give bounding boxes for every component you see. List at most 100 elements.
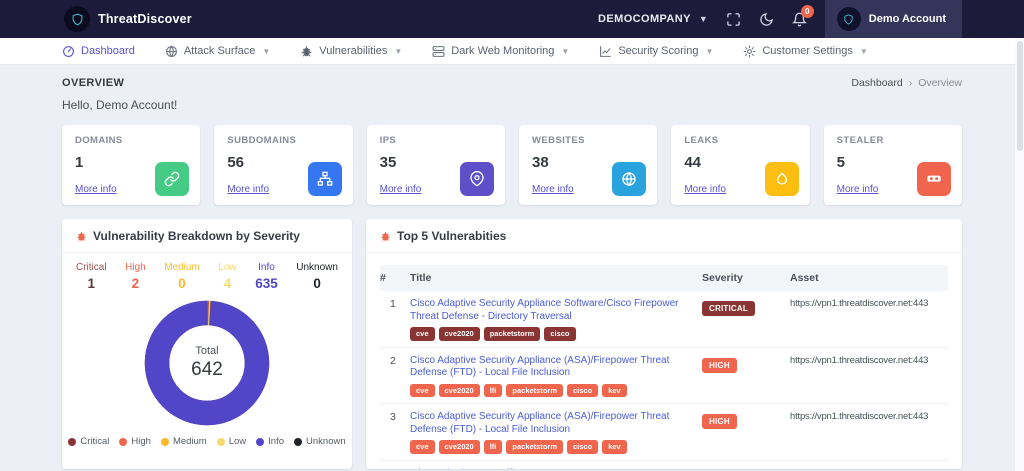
- gauge-icon: [62, 45, 75, 58]
- bug-icon: [380, 231, 391, 242]
- tag-badge: lfi: [484, 384, 503, 398]
- tag-badge: lfi: [484, 440, 503, 454]
- breadcrumb-dashboard[interactable]: Dashboard: [851, 77, 902, 89]
- menu-item-vulnerabilities[interactable]: Vulnerabilities▼: [300, 45, 402, 58]
- tag-badge: kev: [602, 440, 627, 454]
- severity-stat-high: High2: [125, 262, 146, 291]
- donut-total-value: 642: [191, 359, 223, 381]
- severity-breakdown-panel: Vulnerability Breakdown by Severity Crit…: [62, 219, 352, 469]
- asset-text: https://vpn1.threatdiscover.net:443: [790, 411, 948, 422]
- severity-badge: CRITICAL: [702, 301, 755, 316]
- brand-logo-icon: [64, 6, 90, 32]
- scrollbar[interactable]: [1015, 38, 1024, 471]
- top-vulnerabilities-panel: Top 5 Vulnerabities # Title Severity Ass…: [366, 219, 962, 469]
- breadcrumb: Dashboard › Overview: [851, 77, 962, 89]
- stat-card-leaks: LEAKS 44 More info: [671, 125, 809, 205]
- vuln-panel-title: Top 5 Vulnerabities: [397, 229, 506, 243]
- mask-icon[interactable]: [917, 162, 951, 196]
- severity-stats: Critical1 High2 Medium0 Low4 Info635 Unk…: [62, 253, 352, 295]
- globe-icon[interactable]: [612, 162, 646, 196]
- chevron-down-icon: ▼: [860, 47, 868, 56]
- tag-badge: kev: [602, 384, 627, 398]
- table-row: 4 Mismatched SSL Certificate ssl LOW onl…: [380, 461, 948, 470]
- scrollbar-thumb[interactable]: [1017, 41, 1023, 151]
- stat-card-subdomains: SUBDOMAINS 56 More info: [214, 125, 352, 205]
- main-menu: Dashboard Attack Surface▼ Vulnerabilitie…: [0, 38, 1024, 65]
- severity-badge: HIGH: [702, 414, 737, 429]
- more-info-link[interactable]: More info: [684, 184, 726, 195]
- tag-badge: cve2020: [439, 384, 480, 398]
- menu-item-dashboard[interactable]: Dashboard: [62, 45, 135, 58]
- severity-stat-low: Low4: [218, 262, 236, 291]
- droplet-icon[interactable]: [765, 162, 799, 196]
- tag-badge: cisco: [567, 440, 598, 454]
- menu-item-customer-settings[interactable]: Customer Settings▼: [743, 45, 867, 58]
- tag-badge: packetstorm: [484, 327, 541, 341]
- legend-dot-low: [217, 438, 225, 446]
- tag-badge: cve: [410, 327, 435, 341]
- table-row: 2 Cisco Adaptive Security Appliance (ASA…: [380, 348, 948, 405]
- severity-stat-info: Info635: [255, 262, 278, 291]
- legend-dot-unknown: [294, 438, 302, 446]
- globe-icon: [165, 45, 178, 58]
- chart-icon: [599, 45, 612, 58]
- vulnerabilities-table: # Title Severity Asset 1 Cisco Adaptive …: [380, 265, 948, 469]
- asset-text: https://vpn1.threatdiscover.net:443: [790, 355, 948, 366]
- tag-badge: cve2020: [439, 440, 480, 454]
- account-name: Demo Account: [869, 13, 946, 25]
- greeting-text: Hello, Demo Account!: [62, 98, 962, 112]
- severity-badge: HIGH: [702, 358, 737, 373]
- notifications-bell-icon[interactable]: 0: [792, 12, 807, 27]
- brand[interactable]: ThreatDiscover: [64, 6, 192, 32]
- menu-item-dark-web-monitoring[interactable]: Dark Web Monitoring▼: [432, 45, 569, 58]
- tag-badge: packetstorm: [506, 440, 563, 454]
- chevron-down-icon: ▼: [394, 47, 402, 56]
- tag-badge: cve: [410, 440, 435, 454]
- vulnerability-link[interactable]: Cisco Adaptive Security Appliance (ASA)/…: [410, 411, 692, 436]
- more-info-link[interactable]: More info: [532, 184, 574, 195]
- vulnerability-link[interactable]: Cisco Adaptive Security Appliance Softwa…: [410, 298, 692, 323]
- avatar: [837, 7, 861, 31]
- vulnerability-link[interactable]: Cisco Adaptive Security Appliance (ASA)/…: [410, 355, 692, 380]
- asset-text: onlinetreffpunkt.threatdiscover.net: [790, 468, 948, 470]
- tag-badge: cisco: [567, 384, 598, 398]
- severity-stat-unknown: Unknown0: [296, 262, 338, 291]
- table-header-row: # Title Severity Asset: [380, 265, 948, 291]
- company-selector[interactable]: DEMOCOMPANY: [598, 13, 691, 25]
- brand-name: ThreatDiscover: [98, 12, 192, 26]
- more-info-link[interactable]: More info: [837, 184, 879, 195]
- sitemap-icon[interactable]: [308, 162, 342, 196]
- top-navbar: ThreatDiscover DEMOCOMPANY ▼ 0 Demo Acco…: [0, 0, 1024, 38]
- breadcrumb-separator: ›: [909, 77, 913, 89]
- tag-badge: cisco: [544, 327, 575, 341]
- vulnerability-link[interactable]: Mismatched SSL Certificate: [410, 468, 692, 470]
- dark-mode-moon-icon[interactable]: [759, 12, 774, 27]
- legend-dot-medium: [161, 438, 169, 446]
- chart-legend: Critical High Medium Low Info Unknown: [62, 436, 352, 447]
- page-title: OVERVIEW: [62, 77, 124, 89]
- severity-stat-medium: Medium0: [164, 262, 200, 291]
- table-row: 1 Cisco Adaptive Security Appliance Soft…: [380, 291, 948, 348]
- more-info-link[interactable]: More info: [227, 184, 269, 195]
- menu-item-security-scoring[interactable]: Security Scoring▼: [599, 45, 713, 58]
- map-pin-icon[interactable]: [460, 162, 494, 196]
- tag-badge: packetstorm: [506, 384, 563, 398]
- caret-down-icon[interactable]: ▼: [699, 14, 708, 24]
- notification-badge: 0: [801, 5, 814, 18]
- legend-dot-critical: [68, 438, 76, 446]
- chevron-down-icon: ▼: [262, 47, 270, 56]
- menu-item-attack-surface[interactable]: Attack Surface▼: [165, 45, 270, 58]
- more-info-link[interactable]: More info: [380, 184, 422, 195]
- stat-card-ips: IPS 35 More info: [367, 125, 505, 205]
- tag-badge: cve: [410, 384, 435, 398]
- more-info-link[interactable]: More info: [75, 184, 117, 195]
- account-menu[interactable]: Demo Account: [825, 0, 962, 38]
- severity-donut-chart: Total 642: [141, 297, 273, 429]
- link-icon[interactable]: [155, 162, 189, 196]
- stat-card-domains: DOMAINS 1 More info: [62, 125, 200, 205]
- severity-stat-critical: Critical1: [76, 262, 107, 291]
- chevron-down-icon: ▼: [705, 47, 713, 56]
- stat-card-websites: WEBSITES 38 More info: [519, 125, 657, 205]
- fullscreen-icon[interactable]: [726, 12, 741, 27]
- tag-badge: cve2020: [439, 327, 480, 341]
